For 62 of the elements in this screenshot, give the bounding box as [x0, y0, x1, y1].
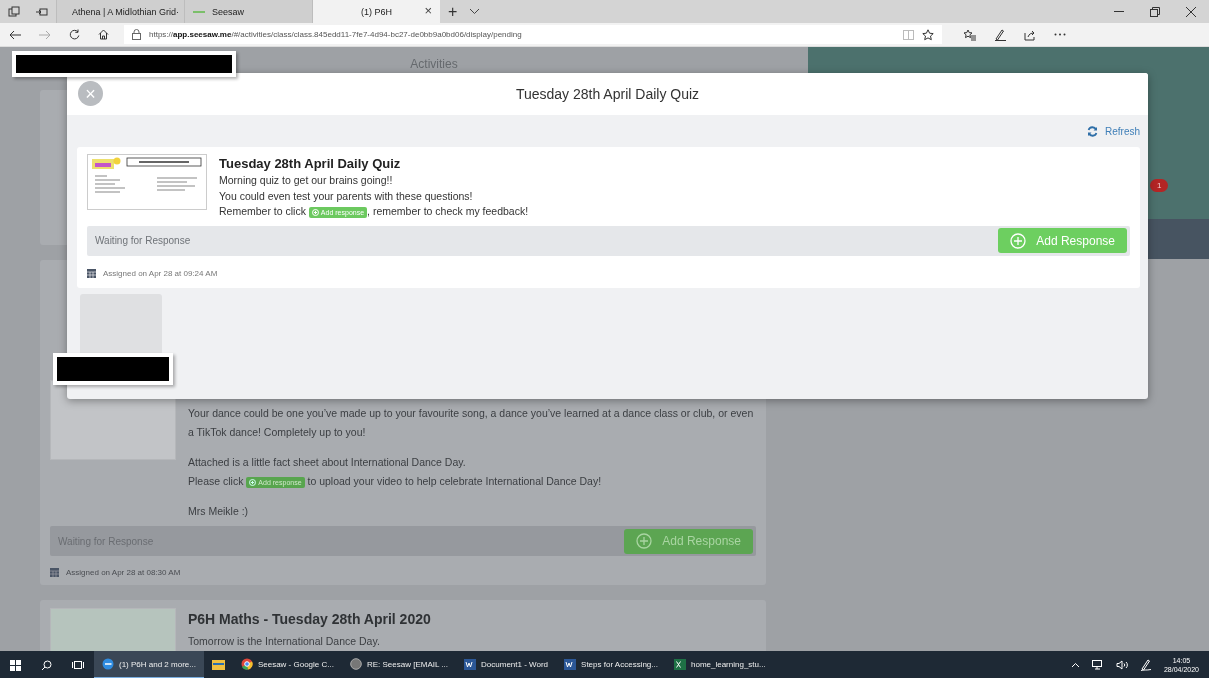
- close-icon[interactable]: [1186, 6, 1196, 17]
- calendar-icon: [50, 568, 59, 577]
- chrome-icon: [240, 658, 253, 670]
- windows-logo-icon[interactable]: [10, 659, 21, 671]
- description-text: You could even test your parents with these questions!: [219, 188, 474, 204]
- taskbar-button[interactable]: RE: Seesaw [EMAIL ...: [341, 651, 457, 678]
- taskbar-button[interactable]: Seesaw - Google C...: [232, 651, 342, 678]
- address-field[interactable]: https://app.seesaw.me/#/activities/class/class.845edd11-7fe7-4d94-bc27-de0bb9a0bd06/display/pending: [124, 25, 942, 44]
- pen-icon[interactable]: [994, 28, 1006, 41]
- status-text: Waiting for Response: [95, 235, 191, 246]
- restore-icon[interactable]: [1150, 6, 1160, 17]
- home-icon[interactable]: [98, 29, 109, 40]
- browser-icon: [102, 658, 114, 670]
- plus-circle-icon: [311, 208, 319, 216]
- description-text: Tomorrow is the International Dance Day.: [188, 634, 381, 649]
- spreadsheet-icon: [674, 658, 686, 670]
- tab-preview-icon[interactable]: [36, 5, 48, 18]
- dialog-title: Tuesday 28th April Daily Quiz: [515, 86, 700, 102]
- share-icon[interactable]: [1024, 28, 1036, 41]
- close-tab-button[interactable]: ×: [424, 4, 432, 18]
- activity-title: Tuesday 28th April Daily Quiz: [219, 156, 402, 171]
- description-text: Morning quiz to get our brains going!!: [219, 173, 394, 188]
- notification-badge: 1: [1150, 179, 1169, 192]
- description-text: Attached is a little fact sheet about International Dance Day.: [188, 455, 467, 470]
- word-document-icon: [464, 658, 477, 670]
- network-icon[interactable]: [1091, 660, 1104, 670]
- plus-circle-icon: [249, 478, 257, 486]
- favorites-icon[interactable]: [963, 28, 976, 41]
- taskbar-button[interactable]: Document1 - Word: [456, 651, 557, 678]
- taskbar-button[interactable]: Steps for Accessing...: [556, 651, 666, 678]
- tabs-aside-icon[interactable]: [8, 5, 20, 18]
- star-icon[interactable]: [922, 28, 934, 41]
- more-icon[interactable]: [1054, 33, 1066, 36]
- folder-icon: [211, 658, 225, 670]
- speaker-icon[interactable]: [1115, 660, 1128, 670]
- description-text: Your dance could be one you’ve made up to your favourite song, a dance you’ve learned at a dance class or club, or even a TikTok dance! Completely up to you!: [188, 406, 755, 440]
- chevron-down-icon[interactable]: [469, 8, 481, 15]
- globe-icon: [349, 658, 362, 670]
- minimize-icon[interactable]: [1114, 10, 1124, 13]
- plus-circle-icon: [1010, 232, 1027, 249]
- word-document-icon: [564, 658, 577, 670]
- description-text: Mrs Meikle :): [188, 504, 250, 519]
- assigned-date: Assigned on Apr 28 at 09:24 AM: [103, 268, 218, 278]
- browser-tab[interactable]: Seesaw: [184, 0, 312, 23]
- new-tab-button[interactable]: +: [448, 2, 458, 21]
- lock-icon: [132, 29, 141, 40]
- search-icon[interactable]: [41, 659, 52, 671]
- calendar-icon: [87, 268, 96, 278]
- browser-tab[interactable]: (1) P6H ×: [312, 0, 440, 23]
- activity-title: P6H Maths - Tuesday 28th April 2020: [188, 611, 432, 627]
- taskbar-button[interactable]: (1) P6H and 2 more...: [94, 651, 204, 678]
- browser-tab[interactable]: Athena | A Midlothian Grid·: [56, 0, 184, 23]
- refresh-icon[interactable]: [69, 29, 80, 40]
- refresh-link[interactable]: Refresh: [1087, 125, 1140, 137]
- plus-circle-icon: [636, 533, 653, 549]
- page-title: Activities: [410, 57, 458, 71]
- task-view-icon[interactable]: [72, 660, 84, 670]
- chevron-up-icon[interactable]: [1070, 662, 1080, 668]
- assigned-date: Assigned on Apr 28 at 08:30 AM: [66, 568, 181, 577]
- back-arrow-icon[interactable]: [9, 29, 21, 40]
- taskbar-button[interactable]: home_learning_stu...: [666, 651, 774, 678]
- refresh-icon: [1087, 125, 1098, 137]
